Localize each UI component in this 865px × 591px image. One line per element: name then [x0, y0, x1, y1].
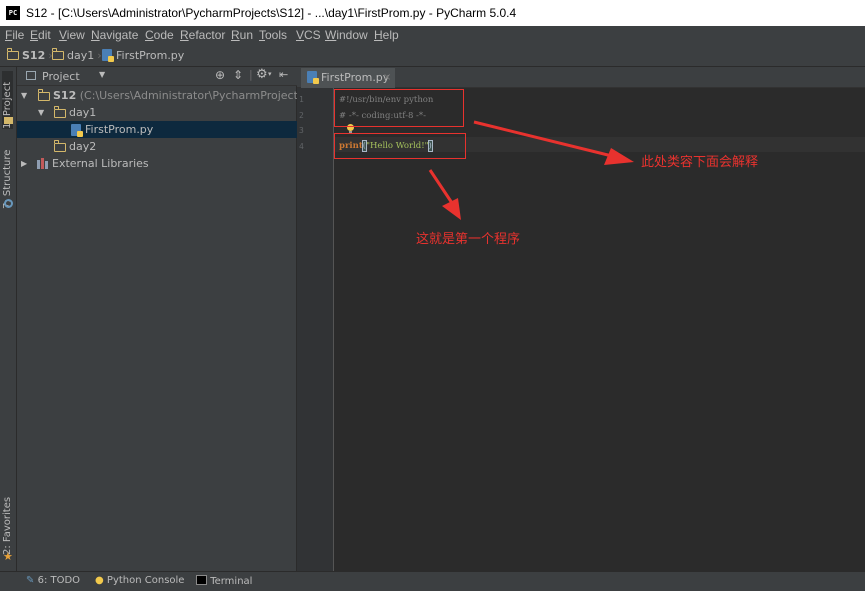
annotation-note-header: 此处类容下面会解释	[641, 155, 759, 170]
annotation-note-program: 这就是第一个程序	[416, 232, 521, 247]
annotation-arrow	[473, 120, 613, 158]
annotation-arrowhead	[604, 148, 634, 165]
terminal-button[interactable]: Terminal	[196, 575, 252, 587]
status-bar: ✎ 6: TODO ● Python Console Terminal	[0, 571, 865, 591]
annotation-arrows	[428, 120, 634, 220]
todo-icon: ✎	[26, 575, 35, 586]
todo-label: 6: TODO	[37, 575, 81, 586]
terminal-icon	[196, 575, 207, 585]
python-console-icon: ●	[95, 575, 104, 586]
console-label: Python Console	[106, 575, 185, 586]
annotation-arrowhead	[442, 198, 461, 220]
terminal-label: Terminal	[210, 576, 253, 587]
todo-button[interactable]: ✎ 6: TODO	[26, 575, 80, 586]
python-console-button[interactable]: ● Python Console	[95, 575, 184, 586]
annotation-arrow	[428, 169, 454, 204]
